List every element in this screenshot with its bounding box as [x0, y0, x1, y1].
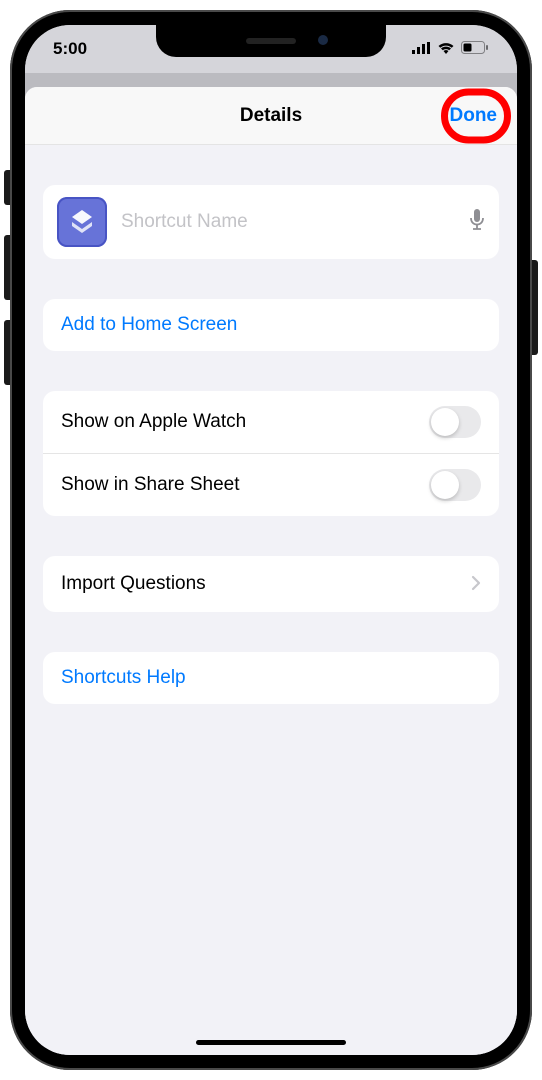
status-indicators — [412, 39, 489, 59]
chevron-right-icon — [471, 571, 481, 597]
import-questions-label: Import Questions — [61, 573, 206, 595]
add-to-home-screen-button[interactable]: Add to Home Screen — [43, 299, 499, 351]
details-modal: Details Done — [25, 87, 517, 1055]
share-sheet-row: Show in Share Sheet — [43, 453, 499, 516]
toggles-group: Show on Apple Watch Show in Share Sheet — [43, 391, 499, 516]
apple-watch-label: Show on Apple Watch — [61, 411, 246, 433]
phone-frame: 5:00 Details Done — [10, 10, 532, 1070]
shortcut-app-icon[interactable] — [57, 197, 107, 247]
add-to-home-screen-label: Add to Home Screen — [61, 314, 237, 336]
help-group: Shortcuts Help — [43, 652, 499, 704]
side-button — [532, 260, 538, 355]
share-sheet-toggle[interactable] — [429, 469, 481, 501]
wifi-icon — [437, 39, 455, 59]
apple-watch-row: Show on Apple Watch — [43, 391, 499, 453]
import-questions-button[interactable]: Import Questions — [43, 556, 499, 612]
shortcuts-help-button[interactable]: Shortcuts Help — [43, 652, 499, 704]
battery-icon — [461, 39, 489, 59]
import-group: Import Questions — [43, 556, 499, 612]
page-title: Details — [240, 105, 302, 127]
done-button[interactable]: Done — [450, 105, 498, 127]
content: Add to Home Screen Show on Apple Watch S… — [25, 145, 517, 704]
home-indicator[interactable] — [196, 1040, 346, 1045]
name-row — [43, 185, 499, 259]
cellular-icon — [412, 39, 431, 59]
dictation-icon[interactable] — [469, 209, 485, 236]
shortcut-name-input[interactable] — [121, 211, 455, 233]
notch — [156, 25, 386, 57]
screen: 5:00 Details Done — [25, 25, 517, 1055]
status-time: 5:00 — [53, 39, 87, 59]
nav-bar: Details Done — [25, 87, 517, 145]
share-sheet-label: Show in Share Sheet — [61, 474, 240, 496]
shortcuts-help-label: Shortcuts Help — [61, 667, 186, 689]
home-screen-group: Add to Home Screen — [43, 299, 499, 351]
name-group — [43, 185, 499, 259]
apple-watch-toggle[interactable] — [429, 406, 481, 438]
